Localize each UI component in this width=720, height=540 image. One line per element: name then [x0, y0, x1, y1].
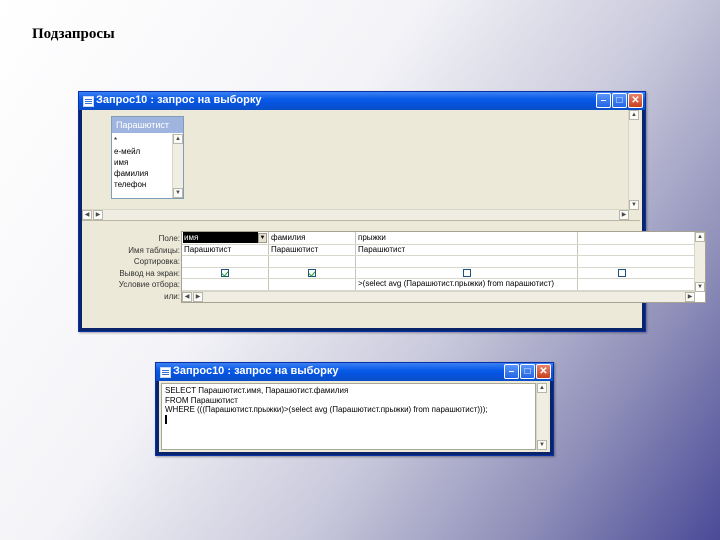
sql-line[interactable]: FROM Парашютист: [165, 396, 532, 406]
scroll-right-icon[interactable]: ▶: [619, 210, 629, 220]
grid-field-cell[interactable]: прыжки: [358, 232, 386, 243]
dropdown-arrow-icon[interactable]: ▼: [258, 233, 267, 243]
window-icon: [160, 367, 171, 378]
minimize-icon[interactable]: –: [504, 364, 519, 379]
query-design-window: Запрос10 : запрос на выборку – □ ✕ Параш…: [78, 91, 706, 332]
scroll-up-icon[interactable]: ▲: [695, 232, 705, 242]
scroll-right-icon[interactable]: ▶: [193, 292, 203, 302]
checkbox-icon[interactable]: [618, 268, 626, 277]
scroll-down-icon[interactable]: ▼: [695, 282, 705, 292]
row-label-or: или:: [164, 291, 180, 301]
scroll-down-icon[interactable]: ▼: [173, 188, 183, 198]
field-list-scrollbar[interactable]: ▲ ▼: [172, 134, 183, 198]
grid-vscroll[interactable]: ▲ ▼: [694, 232, 705, 292]
grid-table-cell[interactable]: Парашютист: [271, 244, 318, 255]
field-item[interactable]: e-мейл: [114, 146, 148, 157]
table-field-list[interactable]: Парашютист * e-мейл имя фамилия телефон …: [111, 116, 184, 199]
query-window-title: Запрос10 : запрос на выборку: [96, 94, 262, 106]
minimize-icon[interactable]: –: [596, 93, 611, 108]
field-item[interactable]: *: [114, 135, 148, 146]
sql-window-titlebar[interactable]: Запрос10 : запрос на выборку – □ ✕: [156, 363, 553, 381]
grid-table-cell[interactable]: Парашютист: [358, 244, 405, 255]
grid-field-cell[interactable]: имя: [183, 232, 258, 243]
row-label-sort: Сортировка:: [133, 257, 180, 267]
row-label-table: Имя таблицы:: [128, 245, 180, 255]
field-item[interactable]: телефон: [114, 179, 148, 190]
scroll-right-icon[interactable]: ▶: [93, 210, 103, 220]
scroll-up-icon[interactable]: ▲: [629, 110, 639, 120]
field-item[interactable]: имя: [114, 157, 148, 168]
checkbox-icon[interactable]: [463, 268, 471, 277]
query-window-client: Парашютист * e-мейл имя фамилия телефон …: [82, 110, 706, 328]
query-design-grid[interactable]: имя ▼ Парашютист фамилия Парашютист прыж…: [181, 231, 706, 303]
row-label-criteria: Условие отбора:: [118, 280, 180, 290]
maximize-icon[interactable]: □: [520, 364, 535, 379]
sql-view-window: Запрос10 : запрос на выборку – □ ✕ SELEC…: [155, 362, 554, 456]
row-label-field: Поле:: [158, 234, 180, 243]
sql-vscroll[interactable]: ▲ ▼: [536, 383, 548, 450]
checkbox-icon[interactable]: [308, 268, 316, 277]
row-label-show: Вывод на экран:: [119, 268, 180, 278]
sql-window-client: SELECT Парашютист.имя, Парашютист.фамили…: [159, 381, 550, 452]
table-pane-hscroll[interactable]: ◀ ▶ ▶: [82, 209, 629, 220]
scroll-left-icon[interactable]: ◀: [82, 210, 92, 220]
table-pane: Парашютист * e-мейл имя фамилия телефон …: [82, 110, 640, 221]
text-caret: [165, 414, 532, 427]
scroll-right-icon[interactable]: ▶: [685, 292, 695, 302]
scroll-up-icon[interactable]: ▲: [537, 383, 547, 393]
checkbox-icon[interactable]: [221, 268, 229, 277]
window-icon: [83, 96, 94, 107]
table-name[interactable]: Парашютист: [112, 117, 183, 133]
table-pane-vscroll[interactable]: ▲ ▼: [628, 110, 640, 210]
scroll-up-icon[interactable]: ▲: [173, 134, 183, 144]
scroll-down-icon[interactable]: ▼: [629, 200, 639, 210]
sql-line[interactable]: SELECT Парашютист.имя, Парашютист.фамили…: [165, 386, 532, 396]
scroll-left-icon[interactable]: ◀: [182, 292, 192, 302]
sql-window-title: Запрос10 : запрос на выборку: [173, 365, 339, 377]
query-window-titlebar[interactable]: Запрос10 : запрос на выборку – □ ✕: [79, 92, 645, 110]
field-item[interactable]: фамилия: [114, 168, 148, 179]
close-icon[interactable]: ✕: [628, 93, 643, 108]
grid-row-labels: Поле: Имя таблицы: Сортировка: Вывод на …: [82, 233, 180, 303]
grid-table-cell[interactable]: Парашютист: [184, 244, 231, 255]
field-list: * e-мейл имя фамилия телефон: [114, 135, 148, 190]
sql-editor[interactable]: SELECT Парашютист.имя, Парашютист.фамили…: [161, 383, 536, 450]
maximize-icon[interactable]: □: [612, 93, 627, 108]
slide-title: Подзапросы: [32, 26, 115, 42]
grid-field-cell[interactable]: фамилия: [271, 232, 305, 243]
sql-line[interactable]: WHERE (((Парашютист.прыжки)>(select avg …: [165, 405, 532, 415]
grid-criteria-cell[interactable]: >(select avg (Парашютист.прыжки) from па…: [358, 278, 554, 289]
grid-hscroll[interactable]: ◀ ▶ ▶: [182, 291, 695, 302]
close-icon[interactable]: ✕: [536, 364, 551, 379]
scroll-down-icon[interactable]: ▼: [537, 440, 547, 450]
